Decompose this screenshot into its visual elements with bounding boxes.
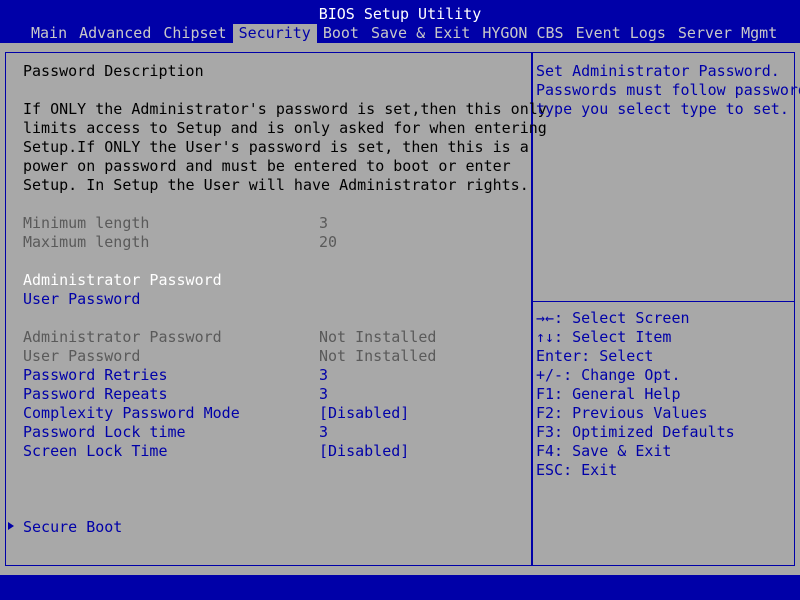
- secure-boot-submenu[interactable]: Secure Boot: [23, 518, 122, 537]
- description-line: power on password and must be entered to…: [23, 157, 511, 175]
- help-text-line: Set Administrator Password.: [536, 62, 780, 80]
- password-lock-time-value[interactable]: 3: [319, 423, 328, 442]
- tab-main[interactable]: Main: [25, 24, 73, 43]
- tab-server-mgmt[interactable]: Server Mgmt: [672, 24, 783, 43]
- key-hint-enter: Enter: Select: [536, 347, 654, 365]
- password-retries-value[interactable]: 3: [319, 366, 328, 385]
- tab-event-logs[interactable]: Event Logs: [570, 24, 672, 43]
- description-line: limits access to Setup and is only asked…: [23, 119, 547, 137]
- key-hint-general-help: F1: General Help: [536, 385, 681, 403]
- password-repeats-value[interactable]: 3: [319, 385, 328, 404]
- password-lock-time-label[interactable]: Password Lock time: [23, 423, 186, 442]
- max-length-value: 20: [319, 233, 338, 251]
- screen-lock-time-value[interactable]: [Disabled]: [319, 442, 409, 461]
- help-divider: [533, 301, 795, 302]
- app-title: BIOS Setup Utility: [318, 5, 482, 23]
- tab-chipset[interactable]: Chipset: [157, 24, 232, 43]
- submenu-arrow-icon: [8, 522, 14, 530]
- footer-bar: [0, 575, 800, 600]
- description-line: Setup. In Setup the User will have Admin…: [23, 176, 529, 194]
- administrator-password-item[interactable]: Administrator Password: [23, 271, 222, 290]
- description-heading: Password Description: [23, 62, 204, 80]
- password-retries-label[interactable]: Password Retries: [23, 366, 168, 385]
- key-hint-save-exit: F4: Save & Exit: [536, 442, 672, 460]
- tab-boot[interactable]: Boot: [317, 24, 365, 43]
- admin-password-status-value: Not Installed: [319, 328, 437, 346]
- key-hint-change-opt: +/-: Change Opt.: [536, 366, 681, 384]
- key-hint-select-screen: →←: Select Screen: [536, 309, 690, 327]
- key-hint-optimized-defaults: F3: Optimized Defaults: [536, 423, 735, 441]
- user-password-item[interactable]: User Password: [23, 290, 140, 309]
- description-line: Setup.If ONLY the User's password is set…: [23, 138, 529, 156]
- min-length-value: 3: [319, 214, 329, 232]
- min-length-label: Minimum length: [23, 214, 150, 232]
- tab-bar: Main Advanced Chipset Security Boot Save…: [25, 24, 783, 43]
- header-bar: BIOS Setup Utility Main Advanced Chipset…: [0, 0, 800, 43]
- help-text-line: Passwords must follow password: [536, 81, 800, 99]
- description-line: If ONLY the Administrator's password is …: [23, 100, 547, 118]
- complexity-password-mode-value[interactable]: [Disabled]: [319, 404, 409, 423]
- max-length-label: Maximum length: [23, 233, 150, 251]
- key-hint-esc-exit: ESC: Exit: [536, 461, 618, 479]
- password-repeats-label[interactable]: Password Repeats: [23, 385, 168, 404]
- help-text-line: type you select type to set.: [536, 100, 789, 118]
- key-hint-select-item: ↑↓: Select Item: [536, 328, 672, 346]
- screen-lock-time-label[interactable]: Screen Lock Time: [23, 442, 168, 461]
- user-password-status-label: User Password: [23, 347, 141, 365]
- key-hint-previous-values: F2: Previous Values: [536, 404, 708, 422]
- tab-security[interactable]: Security: [232, 24, 317, 43]
- admin-password-status-label: Administrator Password: [23, 328, 222, 346]
- tab-advanced[interactable]: Advanced: [73, 24, 157, 43]
- user-password-status-value: Not Installed: [319, 347, 437, 365]
- tab-hygon-cbs[interactable]: HYGON CBS: [476, 24, 569, 43]
- tab-save-exit[interactable]: Save & Exit: [365, 24, 476, 43]
- complexity-password-mode-label[interactable]: Complexity Password Mode: [23, 404, 240, 423]
